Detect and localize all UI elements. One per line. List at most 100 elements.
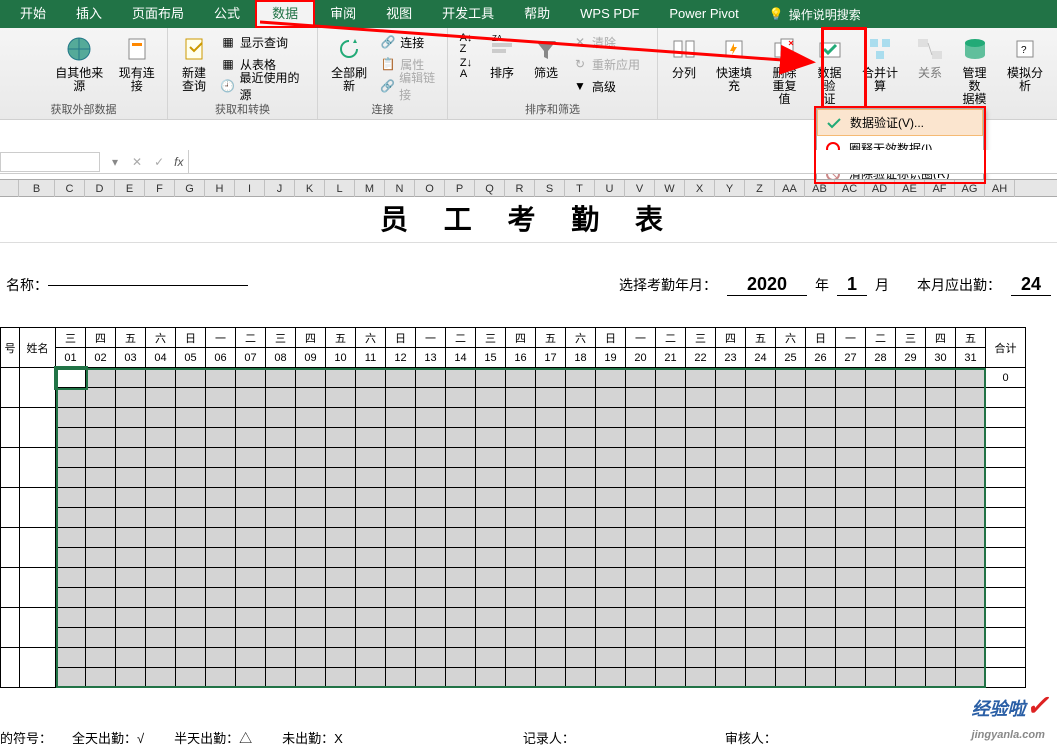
tab-formula[interactable]: 公式	[199, 0, 255, 28]
clear-icon: ✕	[572, 34, 588, 50]
what-if-button[interactable]: ? 模拟分析	[997, 31, 1053, 95]
filter-button[interactable]: 筛选	[524, 31, 568, 82]
name-box[interactable]	[0, 152, 100, 172]
tab-review[interactable]: 审阅	[315, 0, 371, 28]
col-O[interactable]: O	[415, 180, 445, 198]
col-J[interactable]: J	[265, 180, 295, 198]
col-G[interactable]: G	[175, 180, 205, 198]
recent-button[interactable]: 🕘最近使用的源	[216, 75, 313, 97]
sort-button[interactable]: ZA 排序	[480, 31, 524, 82]
col-L[interactable]: L	[325, 180, 355, 198]
year-value[interactable]: 2020	[727, 274, 807, 296]
col-W[interactable]: W	[655, 180, 685, 198]
table-icon: ▦	[220, 56, 236, 72]
col-K[interactable]: K	[295, 180, 325, 198]
tab-data[interactable]: 数据	[255, 0, 315, 28]
legend-half: 半天出勤：△	[174, 728, 252, 747]
link-icon	[121, 33, 153, 65]
col-R[interactable]: R	[505, 180, 535, 198]
advanced-button[interactable]: ▼高级	[568, 75, 644, 97]
table-icon: ▦	[220, 34, 236, 50]
tab-help[interactable]: 帮助	[509, 0, 565, 28]
tab-view[interactable]: 视图	[371, 0, 427, 28]
attendance-grid[interactable]: 号姓名三四五六日一二三四五六日一二三四五六日一二三四五六日一二三四五合计0102…	[0, 327, 1057, 688]
col-AH[interactable]: AH	[985, 180, 1015, 198]
formula-input[interactable]	[188, 150, 1057, 174]
flash-icon	[718, 33, 750, 65]
watermark: 经验啦✓ jingyanla.com	[972, 689, 1049, 743]
fx-cancel-icon[interactable]: ✕	[126, 155, 148, 169]
filter-icon	[530, 33, 562, 65]
relationships-button[interactable]: 关系	[908, 31, 952, 82]
cons-icon	[864, 33, 896, 65]
text-to-cols-button[interactable]: 分列	[662, 31, 706, 82]
col-B[interactable]: B	[19, 180, 55, 198]
tab-start[interactable]: 开始	[5, 0, 61, 28]
col-AD[interactable]: AD	[865, 180, 895, 198]
col-M[interactable]: M	[355, 180, 385, 198]
ribbon-content: 自其他来源 现有连接 获取外部数据 新建 查询 ▦显示查询 ▦从表格 🕘最近使用…	[0, 28, 1057, 120]
existing-conn-button[interactable]: 现有连接	[111, 31, 163, 95]
col-AF[interactable]: AF	[925, 180, 955, 198]
col-E[interactable]: E	[115, 180, 145, 198]
col-AB[interactable]: AB	[805, 180, 835, 198]
sort-icon: ZA	[486, 33, 518, 65]
sheet-area[interactable]: 员 工 考 勤 表 名称： 选择考勤年月： 2020 年 1 月 本月应出勤： …	[0, 197, 1057, 749]
fx-icon[interactable]: fx	[170, 155, 187, 169]
col-F[interactable]: F	[145, 180, 175, 198]
col-I[interactable]: I	[235, 180, 265, 198]
col-AA[interactable]: AA	[775, 180, 805, 198]
rel-icon	[914, 33, 946, 65]
tab-dev[interactable]: 开发工具	[427, 0, 509, 28]
tab-layout[interactable]: 页面布局	[117, 0, 199, 28]
globe-icon	[63, 33, 95, 65]
col-P[interactable]: P	[445, 180, 475, 198]
edit-icon: 🔗	[380, 78, 395, 94]
col-AE[interactable]: AE	[895, 180, 925, 198]
prop-icon: 📋	[380, 56, 396, 72]
col-T[interactable]: T	[565, 180, 595, 198]
month-value[interactable]: 1	[837, 274, 867, 296]
select-ym-label: 选择考勤年月：	[619, 275, 717, 295]
col-AC[interactable]: AC	[835, 180, 865, 198]
legend-row: 的符号： 全天出勤：√ 半天出勤：△ 未出勤：X 记录人： 审核人：	[0, 728, 777, 747]
flash-fill-button[interactable]: 快速填充	[706, 31, 762, 95]
tell-me-label: 操作说明搜索	[789, 6, 861, 23]
cols-icon	[668, 33, 700, 65]
name-box-dropdown-icon[interactable]: ▾	[104, 155, 126, 169]
new-query-button[interactable]: 新建 查询	[172, 31, 216, 95]
model-icon	[959, 33, 991, 65]
fx-ok-icon[interactable]: ✓	[148, 155, 170, 169]
remove-dup-button[interactable]: 删除 重复值	[762, 31, 807, 109]
refresh-all-button[interactable]: 全部刷新	[322, 31, 376, 95]
col-Z[interactable]: Z	[745, 180, 775, 198]
col-N[interactable]: N	[385, 180, 415, 198]
tab-insert[interactable]: 插入	[61, 0, 117, 28]
col-AG[interactable]: AG	[955, 180, 985, 198]
col-D[interactable]: D	[85, 180, 115, 198]
show-queries-button[interactable]: ▦显示查询	[216, 31, 313, 53]
ribbon-tabs: 开始 插入 页面布局 公式 数据 审阅 视图 开发工具 帮助 WPS PDF P…	[0, 0, 1057, 28]
group-conn-label: 连接	[318, 101, 447, 119]
from-other-button[interactable]: 自其他来源	[48, 31, 111, 95]
sort-az-button[interactable]: A↓Z Z↓A	[452, 31, 480, 82]
dd-data-validation[interactable]: 数据验证(V)...	[817, 109, 983, 136]
clear-button[interactable]: ✕清除	[568, 31, 644, 53]
sheet-title: 员 工 考 勤 表	[0, 197, 1057, 243]
col-S[interactable]: S	[535, 180, 565, 198]
tell-me-search[interactable]: 💡 操作说明搜索	[769, 6, 861, 23]
col-Q[interactable]: Q	[475, 180, 505, 198]
col-H[interactable]: H	[205, 180, 235, 198]
edit-links-button[interactable]: 🔗编辑链接	[376, 75, 443, 97]
col-X[interactable]: X	[685, 180, 715, 198]
name-field[interactable]	[48, 285, 248, 286]
reapply-button[interactable]: ↻重新应用	[568, 53, 644, 75]
col-C[interactable]: C	[55, 180, 85, 198]
tab-powerpivot[interactable]: Power Pivot	[654, 0, 753, 28]
col-U[interactable]: U	[595, 180, 625, 198]
tab-wps[interactable]: WPS PDF	[565, 0, 654, 28]
col-Y[interactable]: Y	[715, 180, 745, 198]
connections-button[interactable]: 🔗连接	[376, 31, 443, 53]
col-V[interactable]: V	[625, 180, 655, 198]
group-external-label: 获取外部数据	[0, 101, 167, 119]
